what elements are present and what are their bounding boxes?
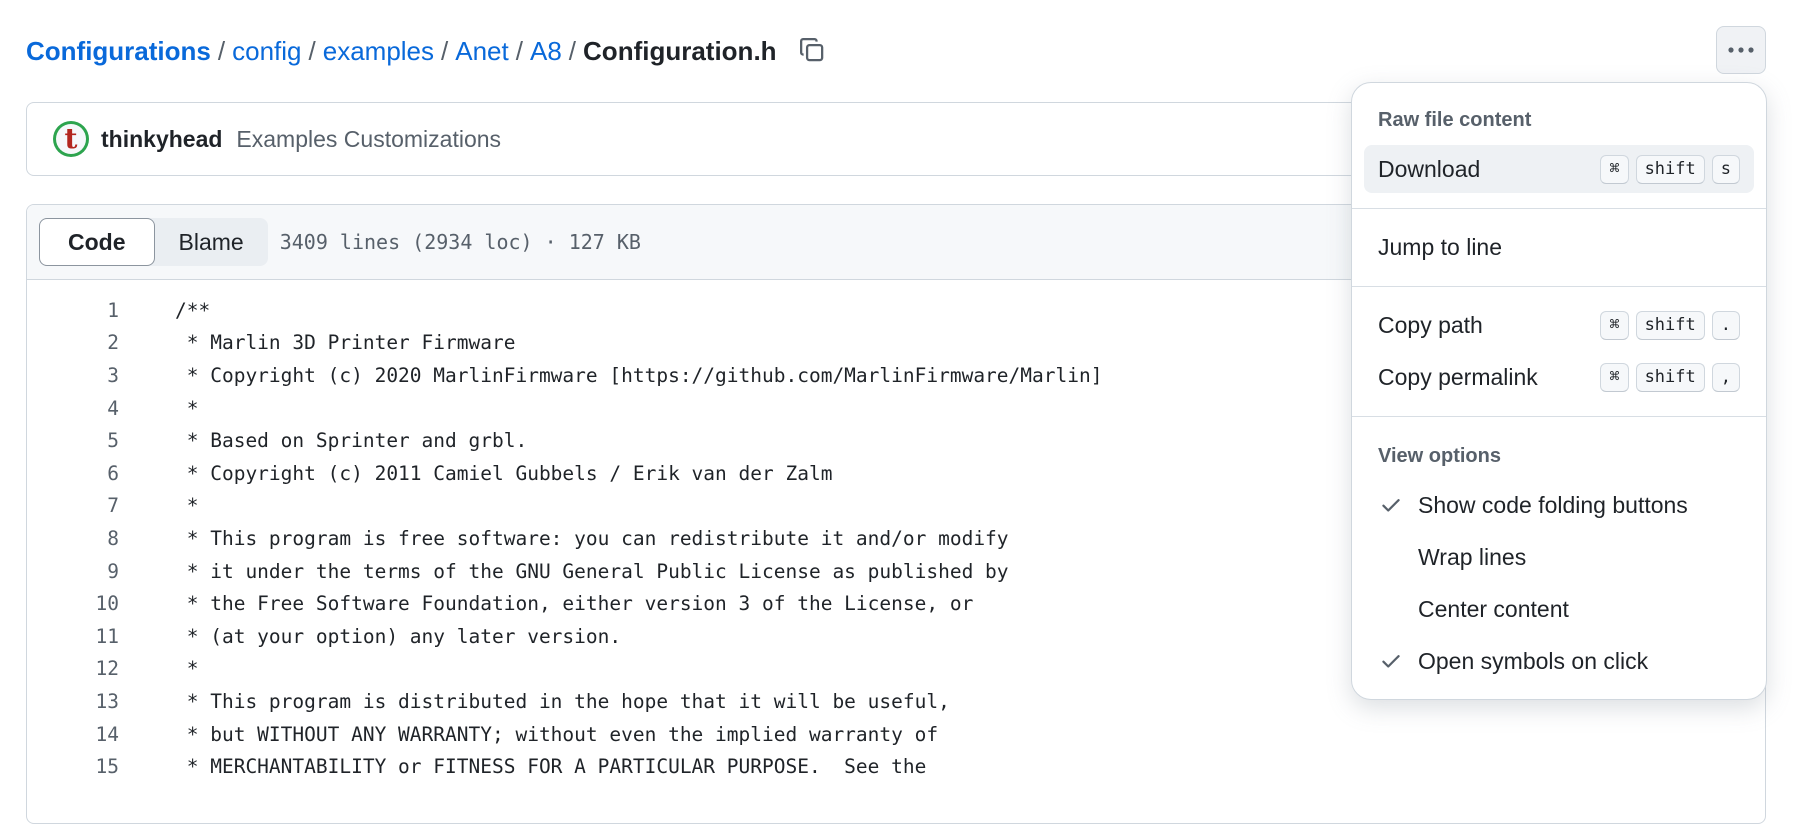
menu-item-wrap-lines[interactable]: Wrap lines (1364, 533, 1754, 581)
menu-divider (1352, 286, 1766, 287)
line-number[interactable]: 5 (27, 429, 119, 452)
tab-code[interactable]: Code (39, 218, 155, 266)
file-options-menu: Raw file content Download ⌘ shift s Jump… (1351, 82, 1767, 700)
line-content: * the Free Software Foundation, either v… (175, 592, 974, 616)
menu-item-label: Jump to line (1378, 233, 1503, 260)
menu-group-title-view: View options (1378, 445, 1501, 467)
menu-item-label: Show code folding buttons (1418, 491, 1688, 518)
line-content: * (175, 657, 199, 681)
line-number[interactable]: 6 (27, 462, 119, 485)
keyboard-shortcut: ⌘ shift , (1600, 362, 1740, 392)
key-shift: shift (1635, 362, 1705, 392)
line-content: * Marlin 3D Printer Firmware (175, 331, 516, 355)
menu-group-title-raw: Raw file content (1378, 109, 1532, 131)
key-period: . (1711, 310, 1740, 340)
line-content: * MERCHANTABILITY or FITNESS FOR A PARTI… (175, 755, 927, 779)
line-content: * This program is free software: you can… (175, 526, 1009, 550)
code-line: 15 * MERCHANTABILITY or FITNESS FOR A PA… (27, 750, 1765, 783)
line-content: * but WITHOUT ANY WARRANTY; without even… (175, 722, 939, 746)
more-options-button[interactable] (1716, 26, 1766, 74)
line-content: * This program is distributed in the hop… (175, 689, 950, 713)
line-number[interactable]: 10 (27, 592, 119, 615)
copy-path-button[interactable] (796, 34, 828, 66)
breadcrumb-current-file: Configuration.h (583, 35, 777, 66)
menu-item-label: Wrap lines (1418, 543, 1527, 570)
breadcrumb-link-anet[interactable]: Anet (455, 36, 509, 67)
line-number[interactable]: 1 (27, 299, 119, 322)
line-content: * Copyright (c) 2011 Camiel Gubbels / Er… (175, 461, 833, 485)
copy-icon (800, 38, 824, 62)
breadcrumb-link-config[interactable]: config (232, 36, 301, 67)
kebab-horizontal-icon (1728, 47, 1754, 53)
menu-item-label: Copy path (1378, 311, 1483, 338)
menu-item-copy-permalink[interactable]: Copy permalink ⌘ shift , (1364, 353, 1754, 401)
menu-item-label: Open symbols on click (1418, 647, 1649, 674)
line-content: * (175, 396, 199, 420)
breadcrumb: Configurations / config / examples / Ane… (26, 30, 777, 72)
line-content: * Based on Sprinter and grbl. (175, 429, 528, 453)
menu-item-open-symbols[interactable]: Open symbols on click (1364, 637, 1754, 685)
key-cmd: ⌘ (1600, 310, 1629, 340)
key-comma: , (1711, 362, 1740, 392)
keyboard-shortcut: ⌘ shift s (1600, 154, 1740, 184)
line-number[interactable]: 15 (27, 755, 119, 778)
line-number[interactable]: 3 (27, 364, 119, 387)
tab-blame[interactable]: Blame (155, 218, 268, 266)
key-cmd: ⌘ (1600, 362, 1629, 392)
breadcrumb-link-a8[interactable]: A8 (530, 36, 562, 67)
menu-item-jump-to-line[interactable]: Jump to line (1364, 223, 1754, 271)
line-number[interactable]: 12 (27, 657, 119, 680)
commit-author[interactable]: thinkyhead (101, 126, 222, 153)
menu-item-label: Copy permalink (1378, 363, 1538, 390)
check-icon (1378, 650, 1404, 672)
line-number[interactable]: 8 (27, 527, 119, 550)
line-content: * (175, 494, 199, 518)
breadcrumb-separator: / (568, 35, 577, 66)
line-content: /** (175, 298, 211, 322)
line-number[interactable]: 2 (27, 331, 119, 354)
key-shift: shift (1635, 310, 1705, 340)
menu-divider (1352, 208, 1766, 209)
view-segmented-control: Code Blame (39, 218, 268, 266)
breadcrumb-separator: / (217, 35, 226, 66)
key-cmd: ⌘ (1600, 154, 1629, 184)
key-shift: shift (1635, 154, 1705, 184)
keyboard-shortcut: ⌘ shift . (1600, 310, 1740, 340)
menu-item-center-content[interactable]: Center content (1364, 585, 1754, 633)
line-content: * (at your option) any later version. (175, 624, 622, 648)
line-content: * it under the terms of the GNU General … (175, 559, 1009, 583)
menu-item-label: Download (1378, 155, 1481, 182)
line-number[interactable]: 14 (27, 723, 119, 746)
avatar-letter: t (56, 124, 86, 154)
menu-item-copy-path[interactable]: Copy path ⌘ shift . (1364, 301, 1754, 349)
menu-item-download[interactable]: Download ⌘ shift s (1364, 145, 1754, 193)
code-line: 14 * but WITHOUT ANY WARRANTY; without e… (27, 718, 1765, 751)
breadcrumb-link-examples[interactable]: examples (323, 36, 434, 67)
breadcrumb-separator: / (308, 35, 316, 66)
breadcrumb-separator: / (515, 35, 523, 66)
menu-divider (1352, 416, 1766, 417)
menu-item-show-code-folding[interactable]: Show code folding buttons (1364, 481, 1754, 529)
line-number[interactable]: 13 (27, 690, 119, 713)
check-icon (1378, 494, 1404, 516)
breadcrumb-separator: / (441, 35, 449, 66)
menu-item-label: Center content (1418, 595, 1569, 622)
line-content: * Copyright (c) 2020 MarlinFirmware [htt… (175, 363, 1103, 387)
commit-message[interactable]: Examples Customizations (236, 126, 501, 153)
avatar[interactable]: t (53, 121, 89, 157)
key-s: s (1711, 154, 1740, 184)
line-number[interactable]: 9 (27, 560, 119, 583)
line-number[interactable]: 11 (27, 625, 119, 648)
breadcrumb-link-configurations[interactable]: Configurations (26, 36, 211, 67)
line-number[interactable]: 7 (27, 494, 119, 517)
line-number[interactable]: 4 (27, 397, 119, 420)
file-stats: 3409 lines (2934 loc) · 127 KB (279, 230, 641, 254)
